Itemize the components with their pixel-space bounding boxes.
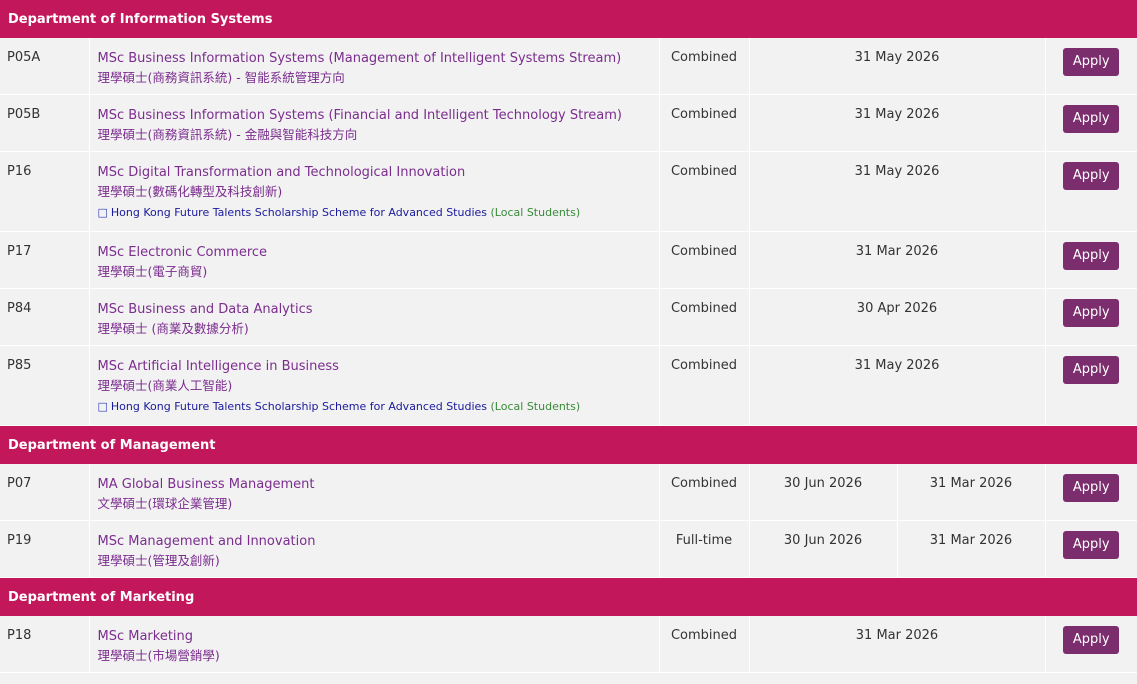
action-cell: Apply xyxy=(1045,345,1137,426)
study-mode: Combined xyxy=(659,151,750,232)
action-cell: Apply xyxy=(1045,94,1137,152)
programme-title-zh-link[interactable]: 理學碩士(數碼化轉型及科技創新) xyxy=(98,182,659,202)
scholarship-link[interactable]: □ Hong Kong Future Talents Scholarship Sc… xyxy=(98,205,659,221)
study-mode: Combined xyxy=(659,38,750,95)
study-mode: Combined xyxy=(659,345,750,426)
programme-title-en-link[interactable]: MSc Digital Transformation and Technolog… xyxy=(98,164,659,182)
programme-title-en-link[interactable]: MSc Marketing xyxy=(98,628,659,646)
programme-title-zh-link[interactable]: 理學碩士(商業人工智能) xyxy=(98,376,659,396)
scholarship-name: Hong Kong Future Talents Scholarship Sch… xyxy=(110,206,488,219)
programme-title-zh-link[interactable]: 理學碩士(電子商貿) xyxy=(98,262,659,282)
action-cell: Apply xyxy=(1045,464,1137,521)
programme-title-en-link[interactable]: MSc Artificial Intelligence in Business xyxy=(98,358,659,376)
department-header: Department of Management xyxy=(0,425,1137,464)
study-mode: Combined xyxy=(659,464,750,521)
apply-button[interactable]: Apply xyxy=(1063,242,1120,270)
programme-title-zh-link[interactable]: 理學碩士(市場營銷學) xyxy=(98,646,659,666)
programme-code: P16 xyxy=(0,151,90,232)
study-mode: Full-time xyxy=(659,520,750,578)
programme-title-zh-link[interactable]: 文學碩士(環球企業管理) xyxy=(98,494,659,514)
application-date-2: 31 Mar 2026 xyxy=(897,464,1046,521)
apply-button[interactable]: Apply xyxy=(1063,162,1120,190)
scholarship-qualifier: (Local Students) xyxy=(490,400,581,413)
table-row: P18 MSc Marketing 理學碩士(市場營銷學) Combined 3… xyxy=(0,616,1137,673)
programme-title-en-link[interactable]: MSc Business Information Systems (Financ… xyxy=(98,107,659,125)
application-date-1: 30 Jun 2026 xyxy=(749,464,898,521)
programme-title-zh-link[interactable]: 理學碩士(商務資訊系統) - 金融與智能科技方向 xyxy=(98,125,659,145)
study-mode: Combined xyxy=(659,288,750,346)
action-cell: Apply xyxy=(1045,231,1137,289)
action-cell: Apply xyxy=(1045,520,1137,578)
scholarship-link[interactable]: □ Hong Kong Future Talents Scholarship Sc… xyxy=(98,399,659,415)
application-deadline: 31 Mar 2026 xyxy=(749,231,1046,289)
programme-title: MSc Management and Innovation 理學碩士(管理及創新… xyxy=(89,520,660,578)
department-name: Department of Information Systems xyxy=(0,0,1137,38)
action-cell: Apply xyxy=(1045,38,1137,95)
application-date-2: 31 Mar 2026 xyxy=(897,520,1046,578)
table-row: P05A MSc Business Information Systems (M… xyxy=(0,38,1137,95)
programme-title-en-link[interactable]: MSc Business and Data Analytics xyxy=(98,301,659,319)
table-row: P19 MSc Management and Innovation 理學碩士(管… xyxy=(0,520,1137,578)
programme-title-zh-link[interactable]: 理學碩士(商務資訊系統) - 智能系統管理方向 xyxy=(98,68,659,88)
action-cell: Apply xyxy=(1045,616,1137,673)
application-deadline: 31 Mar 2026 xyxy=(749,616,1046,673)
bookmark-icon: □ xyxy=(97,206,108,219)
table-row: P84 MSc Business and Data Analytics 理學碩士… xyxy=(0,288,1137,346)
programme-code: P17 xyxy=(0,231,90,289)
programme-title-en-link[interactable]: MSc Electronic Commerce xyxy=(98,244,659,262)
programme-code: P19 xyxy=(0,520,90,578)
apply-button[interactable]: Apply xyxy=(1063,48,1120,76)
application-deadline: 31 May 2026 xyxy=(749,94,1046,152)
programme-title-en-link[interactable]: MA Global Business Management xyxy=(98,476,659,494)
department-header: Department of Information Systems xyxy=(0,0,1137,38)
study-mode: Combined xyxy=(659,231,750,289)
application-deadline: 31 May 2026 xyxy=(749,151,1046,232)
table-row: P16 MSc Digital Transformation and Techn… xyxy=(0,151,1137,232)
programme-code: P84 xyxy=(0,288,90,346)
application-deadline: 31 May 2026 xyxy=(749,345,1046,426)
apply-button[interactable]: Apply xyxy=(1063,356,1120,384)
programme-title: MSc Business Information Systems (Manage… xyxy=(89,38,660,95)
programme-title-zh-link[interactable]: 理學碩士 (商業及數據分析) xyxy=(98,319,659,339)
programme-code: P18 xyxy=(0,616,90,673)
table-row: P17 MSc Electronic Commerce 理學碩士(電子商貿) C… xyxy=(0,231,1137,289)
programme-title: MSc Business Information Systems (Financ… xyxy=(89,94,660,152)
apply-button[interactable]: Apply xyxy=(1063,474,1120,502)
department-name: Department of Management xyxy=(0,425,1137,464)
programme-title: MSc Business and Data Analytics 理學碩士 (商業… xyxy=(89,288,660,346)
action-cell: Apply xyxy=(1045,151,1137,232)
bookmark-icon: □ xyxy=(97,400,108,413)
programme-code: P85 xyxy=(0,345,90,426)
programme-title: MA Global Business Management 文學碩士(環球企業管… xyxy=(89,464,660,521)
programme-code: P07 xyxy=(0,464,90,521)
programme-title-en-link[interactable]: MSc Management and Innovation xyxy=(98,533,659,551)
table-row: P85 MSc Artificial Intelligence in Busin… xyxy=(0,345,1137,426)
programme-title: MSc Electronic Commerce 理學碩士(電子商貿) xyxy=(89,231,660,289)
study-mode: Combined xyxy=(659,616,750,673)
application-deadline: 30 Apr 2026 xyxy=(749,288,1046,346)
department-header: Department of Marketing xyxy=(0,577,1137,616)
programme-title-en-link[interactable]: MSc Business Information Systems (Manage… xyxy=(98,50,659,68)
programme-table: Department of Information Systems P05A M… xyxy=(0,0,1137,673)
application-date-1: 30 Jun 2026 xyxy=(749,520,898,578)
programme-title: MSc Artificial Intelligence in Business … xyxy=(89,345,660,426)
scholarship-name: Hong Kong Future Talents Scholarship Sch… xyxy=(110,400,488,413)
apply-button[interactable]: Apply xyxy=(1063,299,1120,327)
application-deadline: 31 May 2026 xyxy=(749,38,1046,95)
scholarship-qualifier: (Local Students) xyxy=(490,206,581,219)
programme-title-zh-link[interactable]: 理學碩士(管理及創新) xyxy=(98,551,659,571)
study-mode: Combined xyxy=(659,94,750,152)
apply-button[interactable]: Apply xyxy=(1063,531,1120,559)
action-cell: Apply xyxy=(1045,288,1137,346)
programme-code: P05A xyxy=(0,38,90,95)
programme-title: MSc Digital Transformation and Technolog… xyxy=(89,151,660,232)
programme-code: P05B xyxy=(0,94,90,152)
apply-button[interactable]: Apply xyxy=(1063,105,1120,133)
table-row: P05B MSc Business Information Systems (F… xyxy=(0,94,1137,152)
table-row: P07 MA Global Business Management 文學碩士(環… xyxy=(0,464,1137,521)
apply-button[interactable]: Apply xyxy=(1063,626,1120,654)
department-name: Department of Marketing xyxy=(0,577,1137,616)
programme-title: MSc Marketing 理學碩士(市場營銷學) xyxy=(89,616,660,673)
